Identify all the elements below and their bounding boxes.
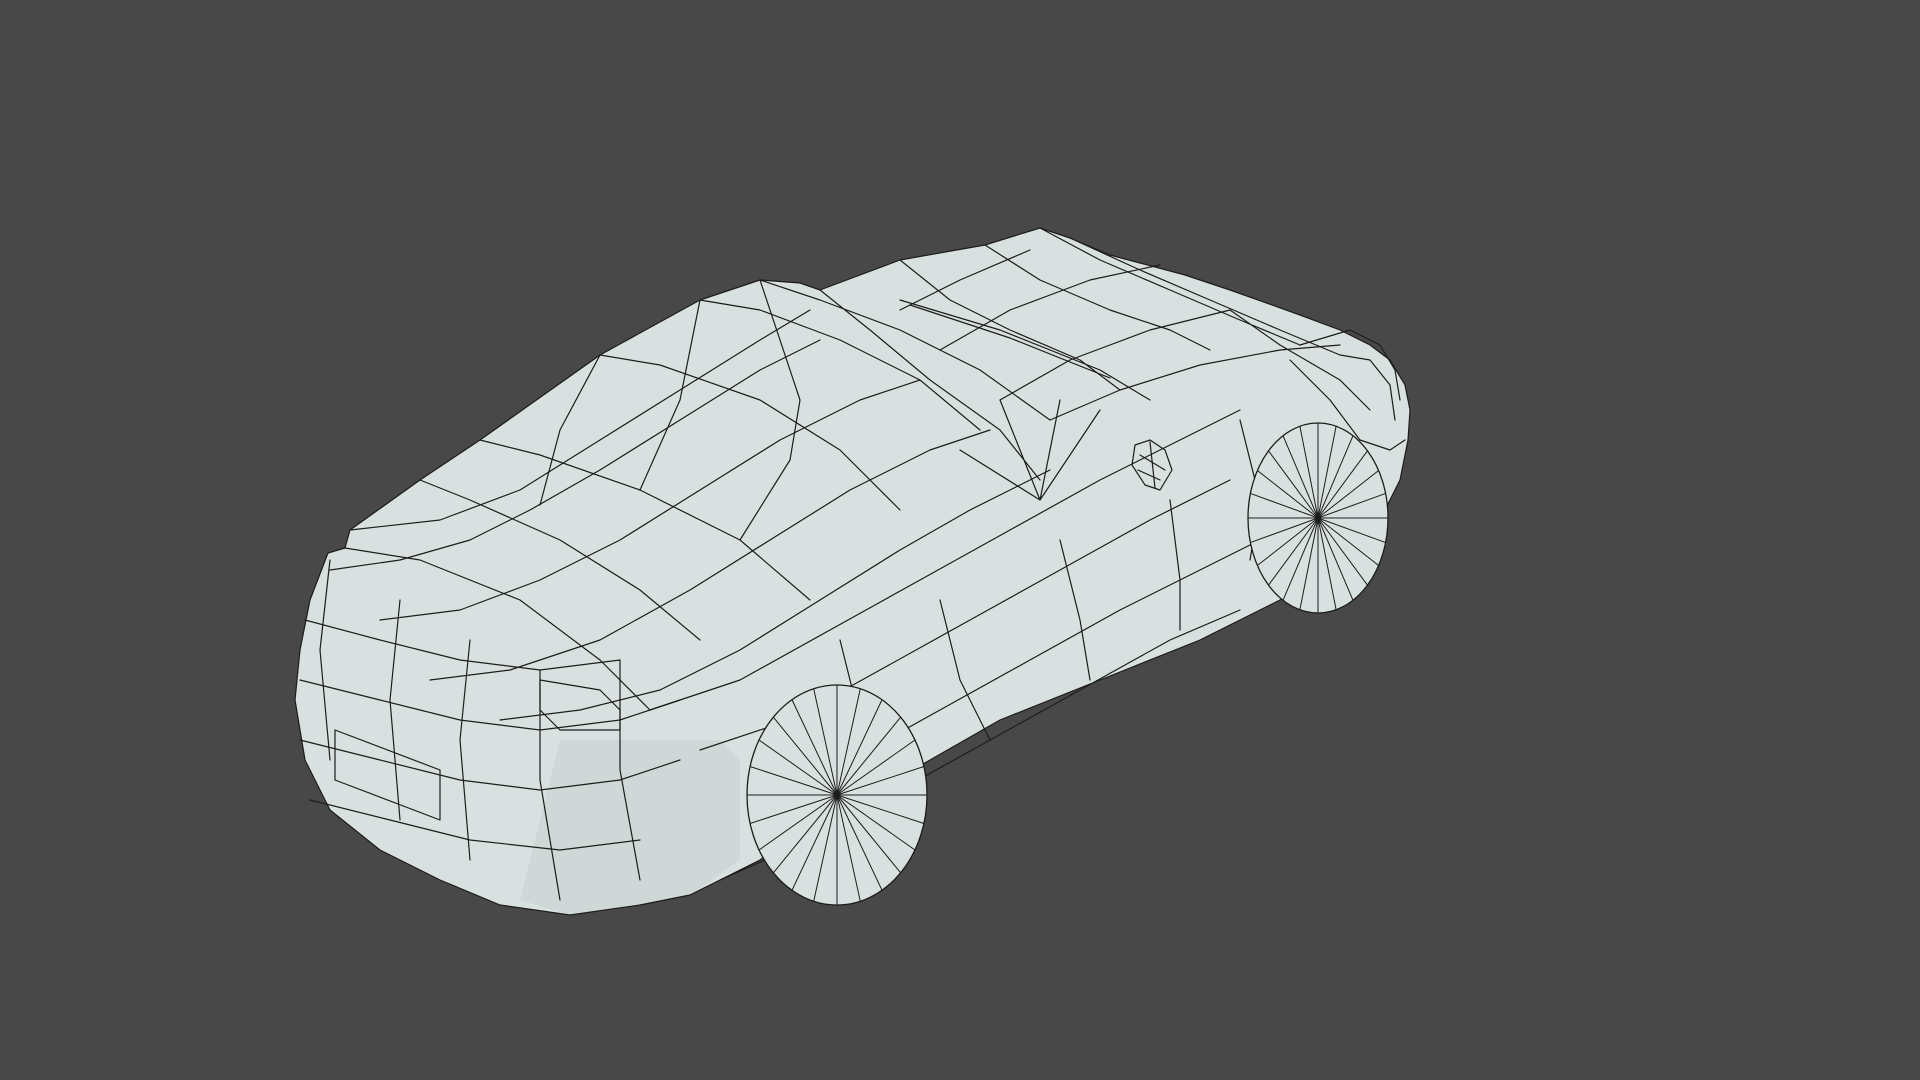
car-wireframe-model[interactable] (0, 0, 1920, 1080)
3d-viewport[interactable] (0, 0, 1920, 1080)
front-wheel (1247, 422, 1389, 614)
rear-wheel (746, 684, 928, 906)
